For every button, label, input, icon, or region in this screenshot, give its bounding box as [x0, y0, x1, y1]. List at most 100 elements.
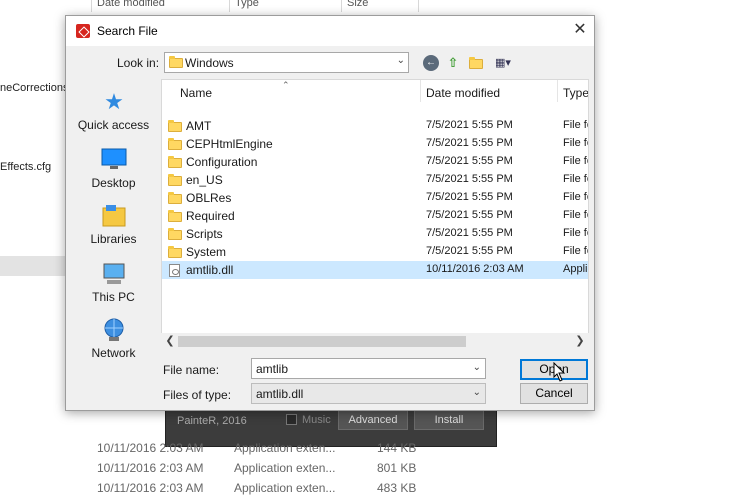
cancel-button[interactable]: Cancel [520, 383, 588, 404]
computer-icon [101, 262, 127, 286]
folder-icon [168, 138, 182, 150]
installer-title: PainteR, 2016 [177, 415, 247, 427]
folder-icon [168, 156, 182, 168]
places-bar: ★ Quick access Desktop Libraries This PC [66, 82, 158, 368]
desktop-icon [101, 148, 127, 172]
column-header-date[interactable]: Date modified [426, 86, 500, 100]
file-name-cell: CEPHtmlEngine [186, 137, 273, 151]
file-row[interactable]: OBLRes 7/5/2021 5:55 PM File fo [162, 189, 588, 207]
file-name-input[interactable]: amtlib ⌄ [251, 358, 486, 379]
sort-ascending-icon: ⌃ [282, 80, 290, 90]
folder-icon [168, 228, 182, 240]
place-label: Desktop [91, 176, 136, 190]
file-row[interactable]: System 7/5/2021 5:55 PM File fo [162, 243, 588, 261]
file-date-cell: 7/5/2021 5:55 PM [426, 209, 513, 221]
file-row[interactable]: CEPHtmlEngine 7/5/2021 5:55 PM File fo [162, 135, 588, 153]
dialog-title: Search File [97, 24, 158, 38]
column-header-type[interactable]: Type [563, 86, 588, 100]
file-type-cell: Appli [563, 263, 588, 275]
file-type-cell: File fo [563, 119, 588, 131]
chevron-down-icon: ⌄ [472, 387, 481, 398]
file-row[interactable]: Configuration 7/5/2021 5:55 PM File fo [162, 153, 588, 171]
file-type-cell: File fo [563, 155, 588, 167]
bg-col-divider [418, 0, 419, 12]
place-label: This PC [92, 290, 135, 304]
libraries-icon [101, 204, 127, 228]
files-of-type-label: Files of type: [163, 388, 232, 402]
file-list: ⌃ Name Date modified Type AMT 7/5/2021 5:… [161, 79, 589, 347]
files-of-type-select[interactable]: amtlib.dll ⌄ [251, 383, 486, 404]
file-name-cell: Scripts [186, 227, 223, 241]
close-icon[interactable]: ✕ [572, 22, 588, 38]
folder-icon [168, 210, 182, 222]
advanced-button[interactable]: Advanced [338, 410, 408, 430]
look-in-value: Windows [185, 56, 234, 70]
chevron-down-icon[interactable]: ⌄ [473, 362, 481, 373]
place-label: Quick access [77, 118, 150, 132]
dll-file-icon [169, 264, 180, 277]
bg-row-size: 801 KB [377, 461, 417, 475]
view-menu-icon[interactable]: ▦▾ [490, 54, 516, 72]
column-divider[interactable] [420, 80, 421, 102]
folder-icon [168, 246, 182, 258]
file-row[interactable]: en_US 7/5/2021 5:55 PM File fo [162, 171, 588, 189]
place-label: Network [91, 346, 136, 360]
file-type-cell: File fo [563, 209, 588, 221]
file-name-cell: OBLRes [186, 191, 232, 205]
file-row[interactable]: amtlib.dll 10/11/2016 2:03 AM Appli [162, 261, 588, 279]
place-label: Libraries [90, 232, 137, 246]
file-type-cell: File fo [563, 227, 588, 239]
app-logo-icon [76, 24, 90, 38]
file-date-cell: 7/5/2021 5:55 PM [426, 137, 513, 149]
up-folder-icon[interactable]: ⇧ [444, 54, 462, 72]
scrollbar-thumb[interactable] [178, 336, 466, 347]
bg-row-type: Application exten... [234, 481, 336, 495]
horizontal-scrollbar[interactable]: ❮ ❯ [161, 333, 589, 350]
dialog-titlebar[interactable]: Search File ✕ [66, 16, 594, 46]
bg-row-type: Application exten... [234, 461, 336, 475]
bg-col-divider [91, 0, 92, 12]
file-row[interactable]: Required 7/5/2021 5:55 PM File fo [162, 207, 588, 225]
file-name-cell: Required [186, 209, 235, 223]
bg-row-size: 144 KB [377, 441, 417, 455]
bg-row-size: 483 KB [377, 481, 417, 495]
file-date-cell: 7/5/2021 5:55 PM [426, 173, 513, 185]
bg-file-item[interactable]: Effects.cfg [0, 161, 51, 173]
network-icon [101, 318, 127, 342]
music-checkbox[interactable] [286, 414, 297, 425]
install-button[interactable]: Install [414, 410, 484, 430]
column-header-name[interactable]: Name [180, 86, 212, 100]
file-type-cell: File fo [563, 137, 588, 149]
file-row[interactable]: AMT 7/5/2021 5:55 PM File fo [162, 117, 588, 135]
bg-row-type: Application exten... [234, 441, 336, 455]
folder-icon [168, 174, 182, 186]
column-divider[interactable] [557, 80, 558, 102]
scroll-left-icon[interactable]: ❮ [163, 334, 177, 349]
back-arrow-icon[interactable]: ← [423, 55, 439, 71]
bg-col-divider [229, 0, 230, 12]
look-in-label: Look in: [117, 56, 160, 70]
bg-file-item[interactable]: neCorrections [0, 82, 68, 94]
file-name-cell: Configuration [186, 155, 258, 169]
file-date-cell: 7/5/2021 5:55 PM [426, 155, 513, 167]
files-of-type-value: amtlib.dll [256, 387, 304, 401]
new-folder-icon[interactable] [467, 54, 485, 72]
file-name-value: amtlib [256, 362, 289, 376]
look-in-dropdown[interactable]: Windows ⌄ [164, 52, 409, 73]
file-date-cell: 7/5/2021 5:55 PM [426, 119, 513, 131]
file-row[interactable]: Scripts 7/5/2021 5:55 PM File fo [162, 225, 588, 243]
folder-icon [168, 120, 182, 132]
bg-row-date: 10/11/2016 2:03 AM [97, 481, 204, 495]
folder-icon [169, 56, 183, 68]
file-name-cell: amtlib.dll [186, 263, 234, 277]
bg-selected-row[interactable] [0, 256, 65, 276]
bg-col-date: Date modified [97, 0, 165, 9]
file-type-cell: File fo [563, 245, 588, 257]
file-name-label: File name: [163, 363, 220, 377]
file-date-cell: 10/11/2016 2:03 AM [426, 263, 524, 275]
background-column-header: Date modified Type Size [0, 0, 736, 12]
music-label: Music [302, 414, 331, 426]
scroll-right-icon[interactable]: ❯ [573, 334, 587, 349]
mouse-cursor-icon [553, 362, 566, 382]
chevron-down-icon: ⌄ [396, 55, 405, 66]
